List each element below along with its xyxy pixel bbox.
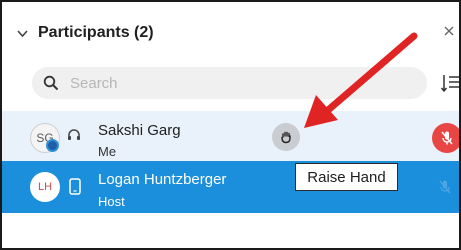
search-box — [32, 67, 427, 99]
mic-muted-icon[interactable] — [439, 179, 451, 195]
panel-title: Participants (2) — [38, 24, 154, 41]
participant-role: Host — [98, 194, 125, 209]
participant-name: Logan Huntzberger — [98, 171, 227, 188]
tooltip-text: Raise Hand — [307, 168, 386, 186]
search-input[interactable] — [70, 72, 410, 94]
raise-hand-tooltip: Raise Hand — [295, 163, 398, 191]
chevron-down-icon[interactable] — [16, 27, 29, 40]
raise-hand-button[interactable] — [272, 123, 300, 151]
presence-status-icon — [46, 139, 59, 152]
mic-muted-button[interactable] — [432, 123, 459, 153]
raise-hand-icon — [281, 131, 291, 144]
sort-icon[interactable] — [440, 72, 461, 94]
mic-muted-icon — [441, 131, 453, 145]
participants-panel: Participants (2) SG Sakshi Garg Me — [0, 0, 461, 250]
participant-row-sakshi-garg[interactable]: SG Sakshi Garg Me — [2, 111, 459, 161]
participant-role: Me — [98, 144, 117, 159]
participant-name: Sakshi Garg — [98, 122, 181, 139]
avatar: LH — [30, 172, 60, 202]
phone-icon — [69, 178, 81, 195]
headset-icon — [68, 129, 80, 140]
avatar-initials: LH — [37, 181, 53, 193]
close-icon[interactable] — [442, 24, 456, 38]
search-icon — [43, 75, 59, 91]
panel-header: Participants (2) — [2, 2, 459, 64]
